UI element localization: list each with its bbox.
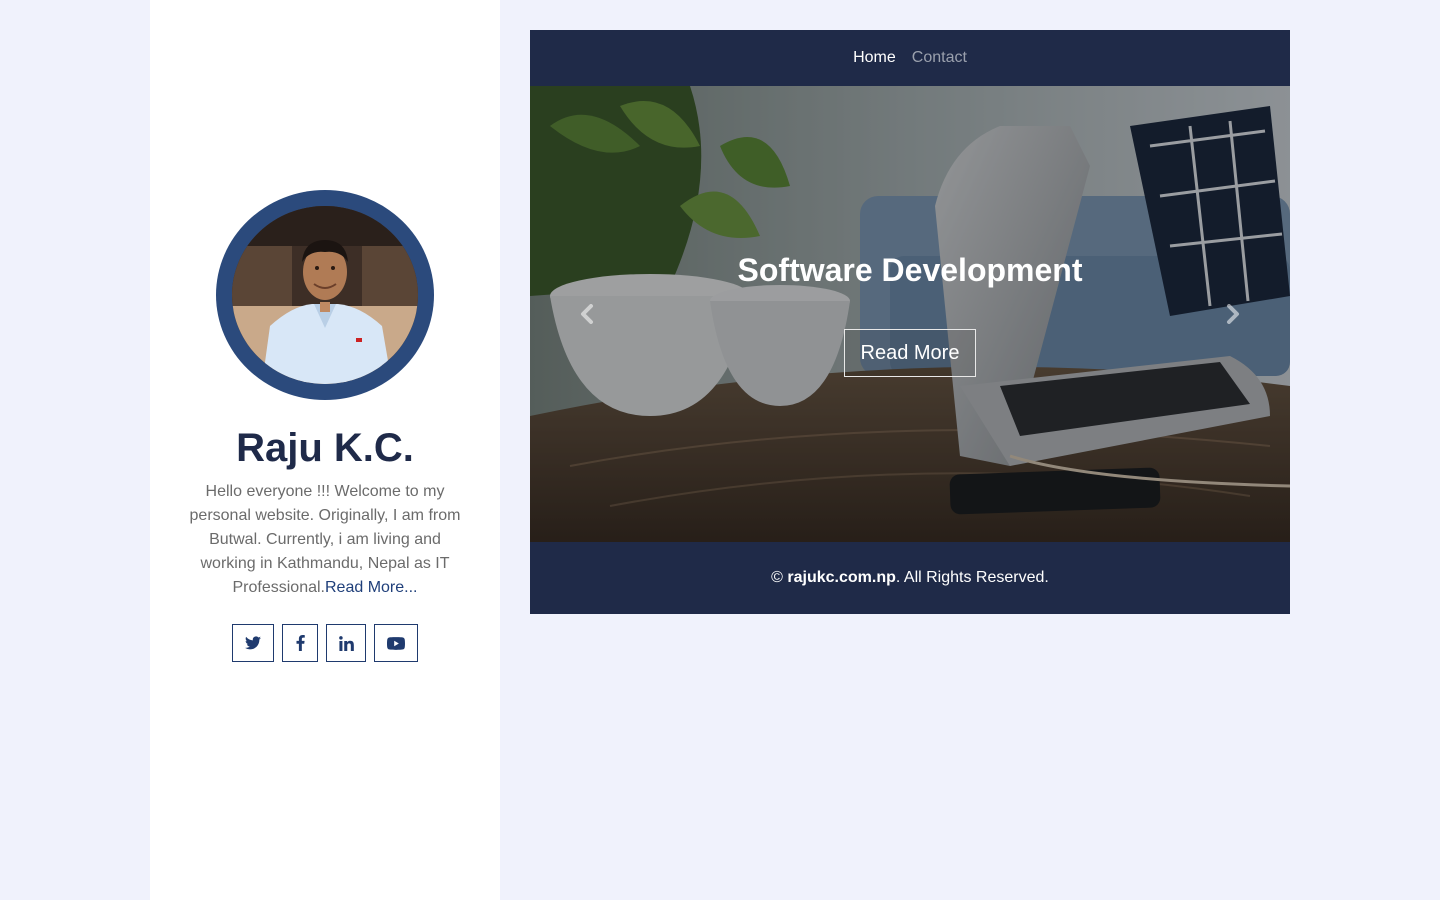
profile-panel: Raju K.C. Hello everyone !!! Welcome to …	[150, 0, 500, 900]
nav-home[interactable]: Home	[853, 49, 896, 67]
youtube-icon	[387, 636, 405, 650]
hero-carousel: Software Development Read More	[530, 86, 1290, 542]
avatar-ring	[216, 190, 434, 400]
twitter-button[interactable]	[232, 624, 274, 662]
chevron-right-icon	[1227, 304, 1239, 324]
nav-contact[interactable]: Contact	[912, 49, 967, 67]
carousel-next-button[interactable]	[1219, 300, 1247, 328]
main-card: Home Contact Software Development Read M…	[530, 30, 1290, 614]
footer: © rajukc.com.np. All Rights Reserved.	[530, 542, 1290, 614]
linkedin-button[interactable]	[326, 624, 366, 662]
carousel-overlay	[530, 86, 1290, 542]
navbar: Home Contact	[530, 30, 1290, 86]
twitter-icon	[245, 636, 261, 650]
linkedin-icon	[338, 635, 354, 651]
facebook-button[interactable]	[282, 624, 318, 662]
youtube-button[interactable]	[374, 624, 418, 662]
read-more-link[interactable]: Read More...	[325, 579, 417, 596]
footer-site-name: rajukc.com.np	[787, 569, 896, 586]
slide-read-more-button[interactable]: Read More	[844, 329, 976, 377]
carousel-prev-button[interactable]	[573, 300, 601, 328]
chevron-left-icon	[581, 304, 593, 324]
slide-title: Software Development	[737, 252, 1083, 288]
profile-name: Raju K.C.	[236, 426, 414, 470]
avatar	[232, 206, 418, 384]
facebook-icon	[296, 635, 305, 651]
social-links	[150, 624, 500, 662]
copyright-symbol: ©	[771, 569, 783, 586]
profile-bio: Hello everyone !!! Welcome to my persona…	[186, 480, 464, 600]
footer-rights-text: . All Rights Reserved.	[895, 569, 1049, 586]
